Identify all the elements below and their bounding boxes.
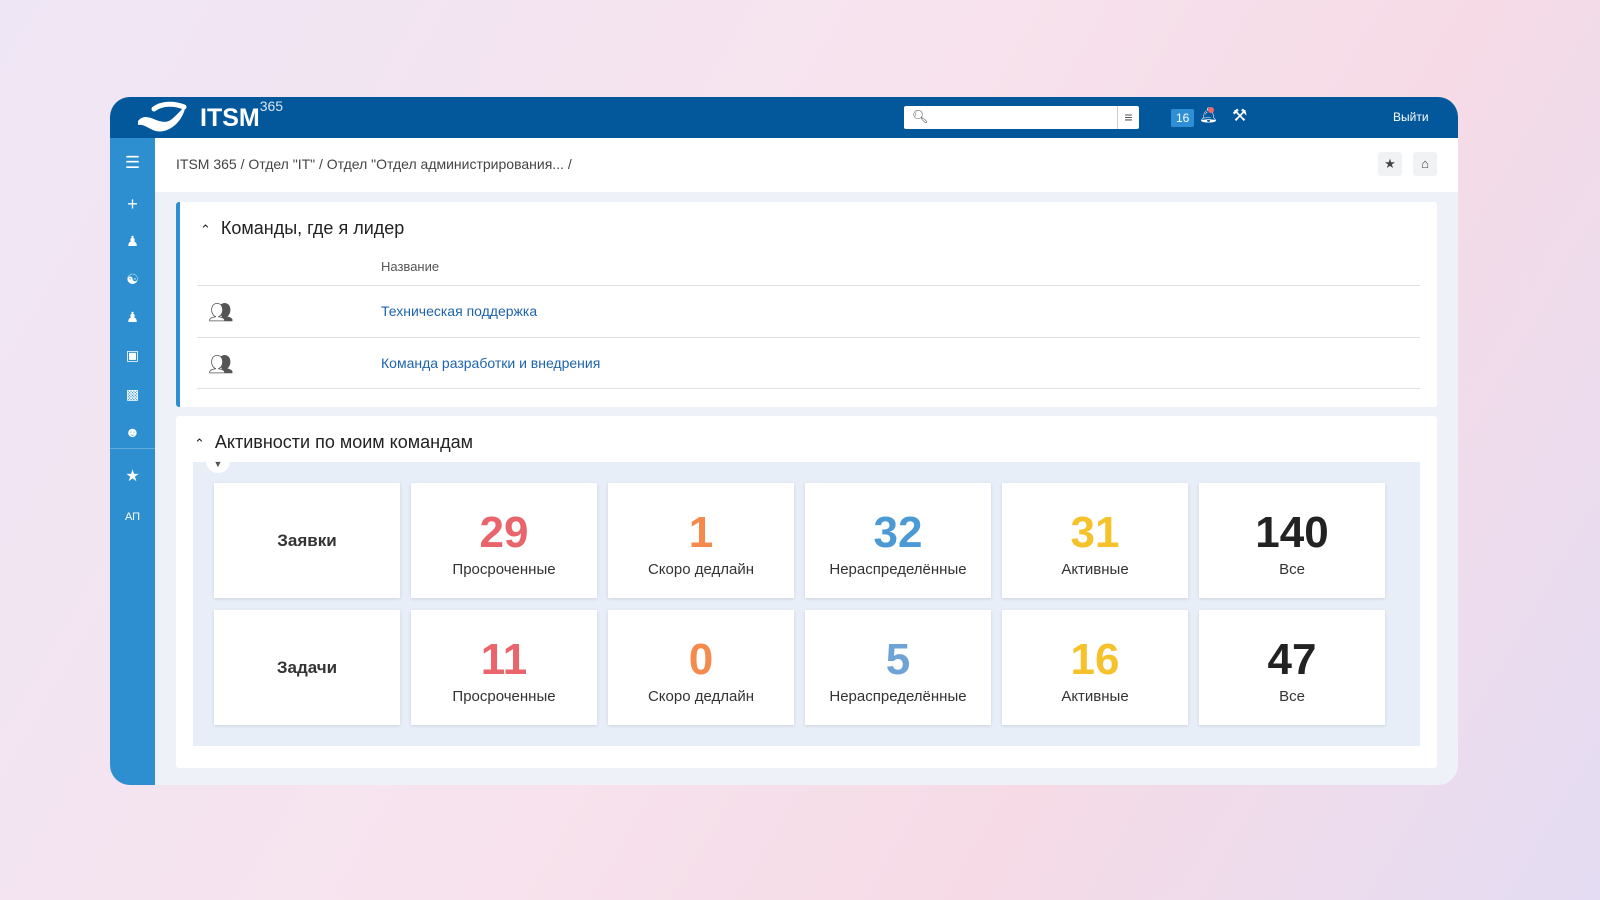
stat-value: 16 <box>1070 635 1120 684</box>
stat-label: Скоро дедлайн <box>647 561 755 578</box>
logo-wave-icon <box>138 101 187 132</box>
transfer-user-icon[interactable]: ♟ <box>110 309 155 326</box>
book-icon[interactable]: ▣ <box>110 347 155 364</box>
activity-grid: ▼ Заявки 29 Просроченные 1 Скоро дедлайн 32 Не… <box>193 456 1420 746</box>
row-label: Заявки <box>277 531 337 550</box>
row-label-tile: Задачи <box>214 610 400 725</box>
stat-label: Активные <box>1061 561 1129 578</box>
stat-tile[interactable]: 29 Просроченные <box>411 483 597 598</box>
handshake-icon[interactable]: ☯ <box>110 271 155 288</box>
stat-tile[interactable]: 11 Просроченные <box>411 610 597 725</box>
tools-icon[interactable]: ⚒︎ <box>1232 106 1247 126</box>
app-window: ITSM365 🔍︎ ≡ 16 🔔︎ ⚒︎ Выйти ☰ + ♟ ☯ ♟ ▣ … <box>110 97 1458 785</box>
logout-button[interactable]: Выйти <box>1393 110 1429 124</box>
stat-label: Нераспределённые <box>829 561 967 578</box>
stat-tile[interactable]: 31 Активные <box>1002 483 1188 598</box>
logo[interactable]: ITSM365 <box>136 97 284 135</box>
stat-value: 47 <box>1267 635 1317 684</box>
stat-value: 1 <box>688 508 714 557</box>
stat-label: Все <box>1279 561 1305 578</box>
home-icon[interactable]: ⌂ <box>1413 152 1437 176</box>
table-row[interactable]: 👥︎ Команда разработки и внедрения <box>197 337 1420 389</box>
stat-label: Просроченные <box>452 561 556 578</box>
divider <box>110 448 155 449</box>
row-label-tile: Заявки <box>214 483 400 598</box>
stat-label: Активные <box>1061 688 1129 705</box>
top-bar: ITSM365 🔍︎ ≡ 16 🔔︎ ⚒︎ Выйти <box>110 97 1458 138</box>
stat-value: 140 <box>1255 508 1329 557</box>
chevron-up-icon[interactable]: ⌃ <box>200 222 211 237</box>
teams-panel: ⌃ Команды, где я лидер Название 👥︎ Техниче… <box>176 202 1437 407</box>
logo-text: ITSM365 <box>200 97 284 132</box>
stat-tile[interactable]: 47 Все <box>1199 610 1385 725</box>
chevron-up-icon[interactable]: ⌃ <box>194 436 205 451</box>
teams-title[interactable]: ⌃ Команды, где я лидер <box>200 218 404 239</box>
team-icon: 👥︎ <box>208 354 234 376</box>
stat-value: 5 <box>885 635 911 684</box>
menu-icon[interactable]: ☰ <box>110 153 155 173</box>
stat-value: 29 <box>479 508 529 557</box>
stat-value: 11 <box>480 635 528 684</box>
stat-tile[interactable]: 32 Нераспределённые <box>805 483 991 598</box>
team-icon: 👥︎ <box>208 302 234 324</box>
search-input[interactable]: 🔍︎ ≡ <box>904 106 1139 129</box>
table-row[interactable]: 👥︎ Техническая поддержка <box>197 285 1420 337</box>
user-circle-icon[interactable]: ☻ <box>110 424 155 440</box>
team-link[interactable]: Техническая поддержка <box>381 303 537 319</box>
sidebar: ☰ + ♟ ☯ ♟ ▣ ▩ ☻ ★ АП <box>110 138 155 785</box>
activity-panel: ⌃ Активности по моим командам ▼ Заявки 29 П… <box>176 416 1437 768</box>
stat-tile[interactable]: 140 Все <box>1199 483 1385 598</box>
activity-title[interactable]: ⌃ Активности по моим командам <box>194 432 473 453</box>
stat-label: Скоро дедлайн <box>647 688 755 705</box>
stat-value: 31 <box>1070 508 1120 557</box>
favorite-star-icon[interactable]: ★ <box>1378 152 1402 176</box>
user-initials[interactable]: АП <box>110 511 155 523</box>
stat-label: Нераспределённые <box>829 688 967 705</box>
add-user-icon[interactable]: ♟ <box>110 233 155 250</box>
notification-count[interactable]: 16 <box>1171 109 1195 127</box>
stat-label: Все <box>1279 688 1305 705</box>
star-icon[interactable]: ★ <box>110 466 155 486</box>
breadcrumb[interactable]: ITSM 365 / Отдел "IT" / Отдел "Отдел адм… <box>176 156 572 172</box>
plus-icon[interactable]: + <box>110 194 155 215</box>
filter-settings-icon[interactable]: ≡ <box>1117 106 1139 129</box>
stat-label: Просроченные <box>452 688 556 705</box>
row-label: Задачи <box>276 658 338 677</box>
stat-value: 0 <box>688 635 714 684</box>
team-link[interactable]: Команда разработки и внедрения <box>381 355 600 371</box>
notification-dot <box>1208 107 1214 113</box>
stat-value: 32 <box>873 508 923 557</box>
column-header-name[interactable]: Название <box>381 259 439 274</box>
stat-tile[interactable]: 5 Нераспределённые <box>805 610 991 725</box>
collapse-toggle-icon[interactable]: ▼ <box>206 456 230 473</box>
breadcrumb-bar: ITSM 365 / Отдел "IT" / Отдел "Отдел адм… <box>155 138 1458 192</box>
stat-tile[interactable]: 16 Активные <box>1002 610 1188 725</box>
chart-icon[interactable]: ▩ <box>110 386 155 403</box>
stat-tile[interactable]: 0 Скоро дедлайн <box>608 610 794 725</box>
stat-tile[interactable]: 1 Скоро дедлайн <box>608 483 794 598</box>
search-icon: 🔍︎ <box>912 109 929 124</box>
